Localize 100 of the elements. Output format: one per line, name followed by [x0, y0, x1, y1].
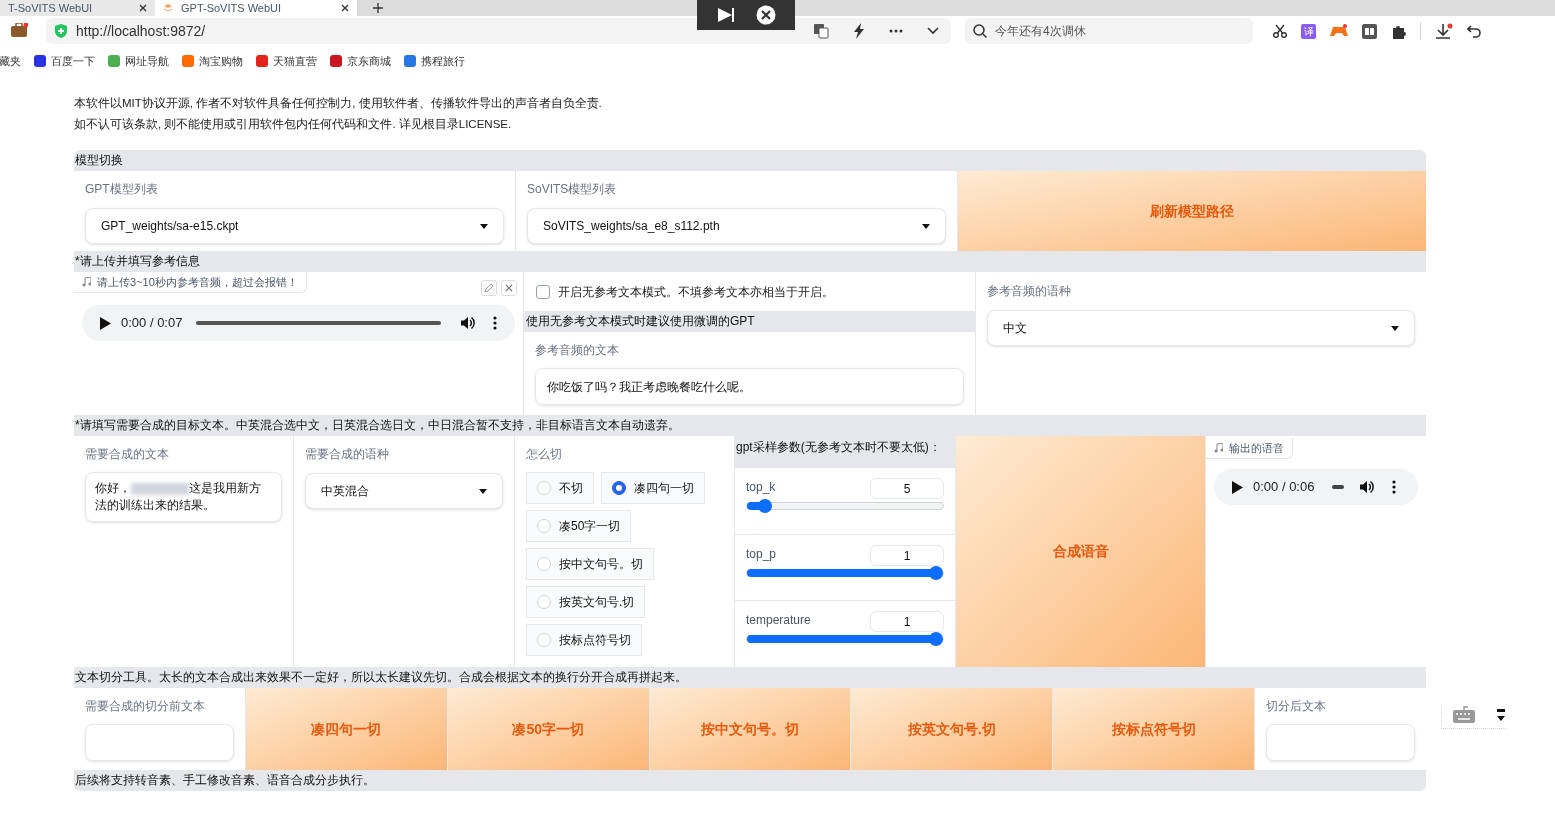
- keyboard-icon[interactable]: [1452, 706, 1476, 724]
- section-header: 文本切分工具。太长的文本合成出来效果不一定好，所以太长建议先切。合成会根据文本的换行分开合成再拼起来。: [74, 669, 688, 686]
- radio-option[interactable]: 凑四句一切: [601, 472, 705, 504]
- download-icon[interactable]: [1435, 23, 1453, 39]
- radio-option[interactable]: 按中文句号。切: [526, 548, 654, 580]
- lightning-icon[interactable]: [853, 23, 865, 39]
- field-label: 切分后文本: [1266, 698, 1327, 715]
- bookmark-item[interactable]: 天猫直营: [255, 52, 317, 70]
- field-label: 参考音频的语种: [987, 283, 1072, 300]
- bookmark-item[interactable]: 网址导航: [107, 52, 169, 70]
- tab-title: GPT-SoVITS WebUI: [181, 0, 283, 16]
- slider-track[interactable]: [746, 502, 944, 510]
- text-field[interactable]: [85, 724, 234, 761]
- slider-label: temperature: [746, 612, 811, 630]
- progress-track[interactable]: [1332, 485, 1345, 489]
- notice-text: 本软件以MIT协议开源, 作者不对软件具备任何控制力, 使用软件者、传播软件导出的声音者自负全责.: [74, 96, 603, 111]
- redaction-blur: [131, 482, 189, 495]
- slider-thumb[interactable]: [929, 632, 943, 647]
- music-note-icon: [82, 277, 91, 287]
- audio-player[interactable]: 0:00 / 0:06: [1214, 469, 1418, 505]
- more-icon[interactable]: [1392, 480, 1397, 494]
- gamepad-icon[interactable]: [1330, 24, 1348, 38]
- book-icon[interactable]: [1362, 23, 1377, 39]
- text-field[interactable]: 你好， 这是我用新方法的训练出来的结果。: [85, 472, 282, 522]
- caret-icon[interactable]: [1496, 708, 1506, 722]
- dropdown[interactable]: GPT_weights/sa-e15.ckpt: [85, 208, 504, 244]
- briefcase-icon[interactable]: [10, 23, 28, 37]
- new-tab-icon[interactable]: [373, 3, 383, 13]
- dropdown[interactable]: SoVITS_weights/sa_e8_s112.pth: [527, 208, 946, 244]
- search-field[interactable]: 今年还有4次调休: [965, 18, 1253, 44]
- tab-title: T-SoVITS WebUI: [8, 0, 94, 16]
- text-field[interactable]: [1266, 724, 1415, 761]
- search-icon: [973, 24, 987, 38]
- progress-track[interactable]: [196, 321, 441, 325]
- field-label: SoVITS模型列表: [527, 181, 618, 198]
- number-field[interactable]: 1: [870, 611, 944, 633]
- slider-label: top_p: [746, 545, 777, 563]
- edit-icon[interactable]: [481, 280, 497, 296]
- bookmark-icon: [329, 54, 343, 68]
- shield-icon: [54, 24, 68, 38]
- field-label: 怎么切: [526, 446, 563, 463]
- number-field[interactable]: 5: [870, 478, 944, 499]
- undo-icon[interactable]: [1467, 24, 1481, 38]
- section-header: *请上传并填写参考信息: [74, 253, 201, 270]
- bookmark-icon: [403, 54, 417, 68]
- dropdown[interactable]: 中文: [987, 310, 1415, 346]
- bookmark-item[interactable]: 百度一下: [33, 52, 95, 70]
- checkbox-label: 开启无参考文本模式。不填参考文本亦相当于开启。: [558, 283, 834, 301]
- checkbox[interactable]: [536, 284, 550, 299]
- time-text: 0:00 / 0:07: [121, 314, 183, 333]
- play-icon[interactable]: [100, 316, 111, 330]
- radio-option[interactable]: 凑50字一切: [526, 510, 632, 542]
- bookmark-icon: [181, 54, 195, 68]
- radio-button[interactable]: [612, 481, 626, 495]
- field-label: GPT模型列表: [85, 181, 159, 198]
- field-label: 参考音频的文本: [535, 342, 620, 359]
- caret-icon: [480, 223, 488, 229]
- text-field[interactable]: 你吃饭了吗？我正考虑晚餐吃什么呢。: [535, 368, 964, 405]
- caret-icon: [1391, 325, 1399, 331]
- bookmark-icon: [107, 54, 121, 68]
- field-label: 需要合成的文本: [85, 446, 170, 463]
- play-icon[interactable]: [1232, 480, 1243, 494]
- radio-option[interactable]: 按英文句号.切: [526, 586, 646, 618]
- volume-icon[interactable]: [1360, 480, 1375, 494]
- bookmark-item[interactable]: 携程旅行: [403, 52, 465, 70]
- more-icon[interactable]: [493, 316, 497, 330]
- section-header: 模型切换: [74, 152, 124, 169]
- slider-label: top_k: [746, 479, 776, 496]
- scissors-icon[interactable]: [1273, 24, 1287, 38]
- audio-label: 输出的语音: [1206, 438, 1293, 459]
- slider-thumb[interactable]: [929, 565, 943, 580]
- layers-icon: [163, 3, 173, 13]
- radio-option[interactable]: 按标点符号切: [526, 624, 642, 656]
- translate-button[interactable]: 译: [1301, 23, 1316, 39]
- radio-option[interactable]: 不切: [526, 472, 594, 504]
- field-label: 需要合成的切分前文本: [85, 698, 206, 715]
- close-icon[interactable]: [341, 4, 349, 12]
- browser-tab[interactable]: T-SoVITS WebUI: [0, 0, 155, 16]
- footer-text: 后续将支持转音素、手工修改音素、语音合成分步执行。: [74, 772, 376, 789]
- bookmark-icon: [33, 54, 47, 68]
- puzzle-icon[interactable]: [1391, 23, 1406, 39]
- hint-text: 使用无参考文本模式时建议使用微调的GPT: [524, 311, 975, 332]
- slider-thumb[interactable]: [757, 499, 772, 513]
- number-field[interactable]: 1: [870, 544, 944, 566]
- browser-tab[interactable]: GPT-SoVITS WebUI: [155, 0, 357, 16]
- bookmark-item[interactable]: 淘宝购物: [181, 52, 243, 70]
- more-icon[interactable]: [889, 29, 903, 33]
- volume-icon[interactable]: [461, 316, 475, 330]
- section-header: *请填写需要合成的目标文本。中英混合选中文，日英混合选日文，中日混合暂不支持，非目标语言文本自动遗弃。: [74, 417, 681, 434]
- dropdown[interactable]: 中英混合: [305, 473, 503, 509]
- close-icon[interactable]: [756, 5, 776, 25]
- section-header: gpt采样参数(无参考文本时不要太低)：: [735, 439, 942, 456]
- field-label: 需要合成的语种: [305, 446, 390, 463]
- chevron-down-icon[interactable]: [927, 27, 939, 35]
- audio-player[interactable]: 0:00 / 0:07: [82, 305, 515, 341]
- skip-icon[interactable]: [716, 7, 736, 23]
- close-icon[interactable]: [139, 4, 147, 12]
- music-note-icon: [1214, 443, 1223, 453]
- bookmark-item[interactable]: 京东商城: [329, 52, 391, 70]
- audio-label: 请上传3~10秒内参考音频，超过会报错！: [74, 272, 307, 293]
